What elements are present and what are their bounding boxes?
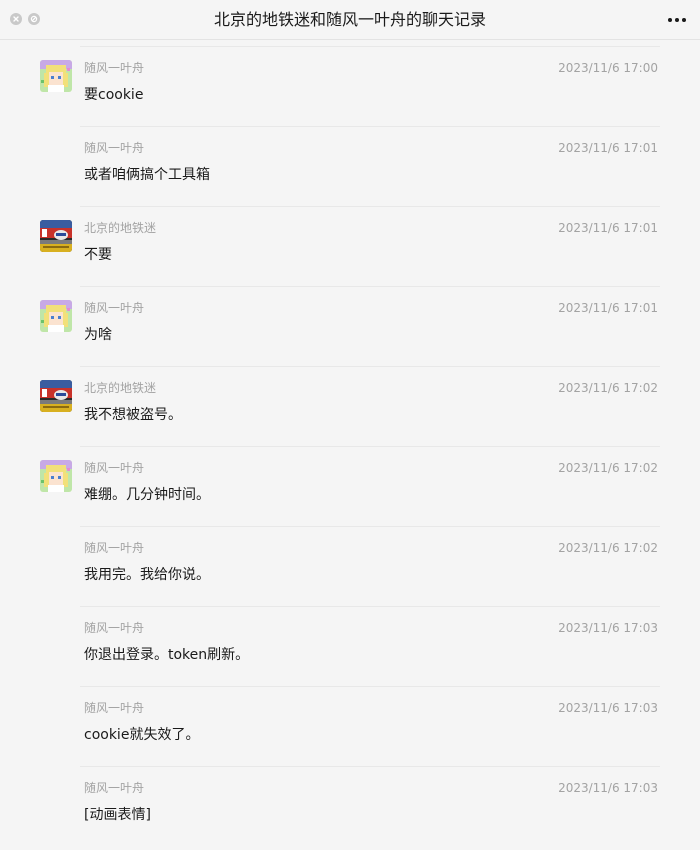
- message-sender: 随风一叶舟: [84, 141, 145, 155]
- message-list[interactable]: 随风一叶舟 2023/11/6 17:00 要cookie 随风一叶舟 2023…: [0, 40, 700, 850]
- message-content: 为啥: [84, 327, 112, 343]
- message-divider: [80, 286, 660, 287]
- message-item[interactable]: 随风一叶舟 2023/11/6 17:01 或者咱俩搞个工具箱: [0, 120, 700, 200]
- message-item[interactable]: 北京的地铁迷 2023/11/6 17:01 不要: [0, 200, 700, 280]
- message-timestamp: 2023/11/6 17:02: [558, 541, 658, 555]
- message-divider: [80, 686, 660, 687]
- message-divider: [80, 446, 660, 447]
- message-item[interactable]: 北京的地铁迷 2023/11/6 17:02 我不想被盗号。: [0, 360, 700, 440]
- message-divider: [80, 126, 660, 127]
- message-sender: 随风一叶舟: [84, 781, 145, 795]
- message-divider: [80, 606, 660, 607]
- message-item[interactable]: 随风一叶舟 2023/11/6 17:02 难绷。几分钟时间。: [0, 440, 700, 520]
- avatar-anime[interactable]: [40, 60, 72, 92]
- message-sender: 随风一叶舟: [84, 61, 145, 75]
- message-divider: [80, 526, 660, 527]
- message-content: [动画表情]: [84, 807, 151, 823]
- message-sender: 北京的地铁迷: [84, 221, 157, 235]
- message-sender: 随风一叶舟: [84, 621, 145, 635]
- avatar-metro[interactable]: [40, 380, 72, 412]
- chat-history-window: 北京的地铁迷和随风一叶舟的聊天记录 随风一叶舟 2023/11/6 17:00 …: [0, 0, 700, 850]
- avatar-metro[interactable]: [40, 220, 72, 252]
- avatar-anime[interactable]: [40, 300, 72, 332]
- message-item[interactable]: 随风一叶舟 2023/11/6 17:03 [动画表情]: [0, 760, 700, 840]
- window-title: 北京的地铁迷和随风一叶舟的聊天记录: [213, 10, 486, 29]
- message-timestamp: 2023/11/6 17:01: [558, 221, 658, 235]
- title-bar: 北京的地铁迷和随风一叶舟的聊天记录: [0, 0, 700, 40]
- more-dot-icon: [682, 18, 686, 22]
- message-item[interactable]: 随风一叶舟 2023/11/6 17:03 你退出登录。token刷新。: [0, 600, 700, 680]
- message-divider: [80, 766, 660, 767]
- message-sender: 随风一叶舟: [84, 301, 145, 315]
- message-divider: [80, 206, 660, 207]
- more-dot-icon: [675, 18, 679, 22]
- message-item[interactable]: 随风一叶舟 2023/11/6 17:00 要cookie: [0, 40, 700, 120]
- message-timestamp: 2023/11/6 17:01: [558, 141, 658, 155]
- message-content: 要cookie: [84, 87, 144, 103]
- message-divider: [80, 46, 660, 47]
- message-sender: 随风一叶舟: [84, 461, 145, 475]
- message-timestamp: 2023/11/6 17:00: [558, 61, 658, 75]
- message-sender: 北京的地铁迷: [84, 381, 157, 395]
- more-dot-icon: [668, 18, 672, 22]
- message-content: 你退出登录。token刷新。: [84, 647, 250, 663]
- message-content: 我不想被盗号。: [84, 407, 182, 423]
- message-timestamp: 2023/11/6 17:03: [558, 701, 658, 715]
- message-content: 难绷。几分钟时间。: [84, 487, 210, 503]
- message-timestamp: 2023/11/6 17:01: [558, 301, 658, 315]
- message-item[interactable]: 随风一叶舟 2023/11/6 17:02 我用完。我给你说。: [0, 520, 700, 600]
- message-timestamp: 2023/11/6 17:02: [558, 461, 658, 475]
- more-options-button[interactable]: [666, 12, 688, 28]
- message-timestamp: 2023/11/6 17:03: [558, 621, 658, 635]
- message-sender: 随风一叶舟: [84, 701, 145, 715]
- message-content: 或者咱俩搞个工具箱: [84, 167, 210, 183]
- message-timestamp: 2023/11/6 17:03: [558, 781, 658, 795]
- message-content: cookie就失效了。: [84, 727, 200, 743]
- message-item[interactable]: 随风一叶舟 2023/11/6 17:03 cookie就失效了。: [0, 680, 700, 760]
- message-item[interactable]: 随风一叶舟 2023/11/6 17:01 为啥: [0, 280, 700, 360]
- message-sender: 随风一叶舟: [84, 541, 145, 555]
- message-timestamp: 2023/11/6 17:02: [558, 381, 658, 395]
- message-divider: [80, 366, 660, 367]
- message-content: 我用完。我给你说。: [84, 567, 210, 583]
- message-content: 不要: [84, 247, 112, 263]
- avatar-anime[interactable]: [40, 460, 72, 492]
